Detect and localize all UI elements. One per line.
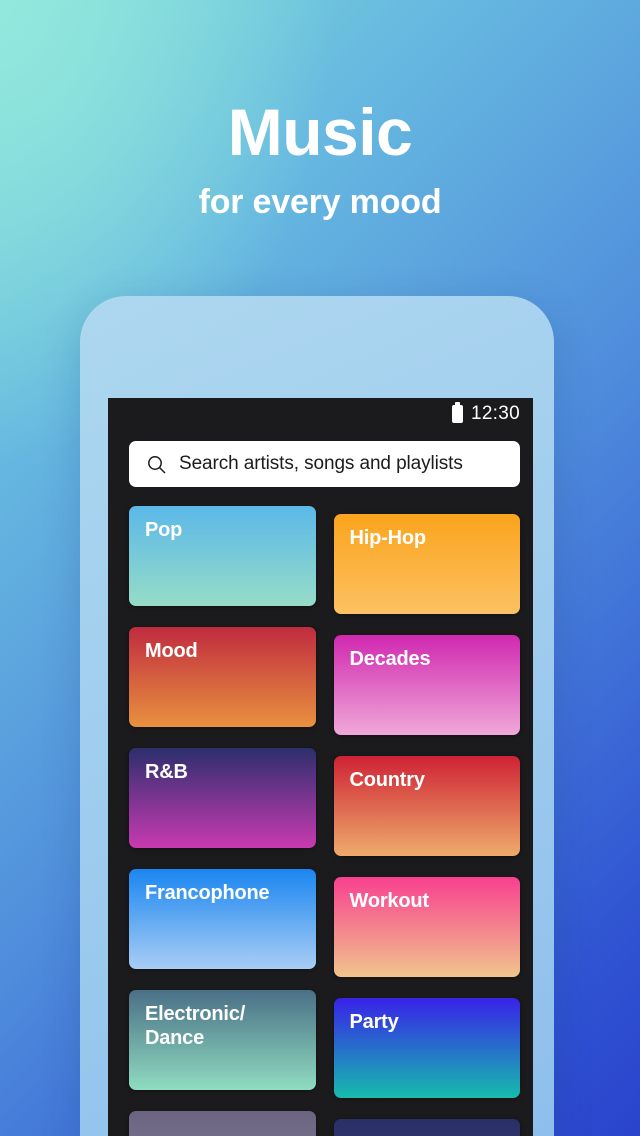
category-tile[interactable]: Hip-Hop (333, 514, 520, 614)
page-title: Music (227, 95, 413, 169)
category-tile[interactable] (333, 1119, 520, 1136)
category-column-left: Pop Mood R&B Francophone Electronic/ Dance (129, 506, 316, 1136)
category-grid: Pop Mood R&B Francophone Electronic/ Dance H… (108, 506, 533, 1136)
category-tile[interactable]: Workout (333, 877, 520, 977)
search-input[interactable]: Search artists, songs and playlists (129, 441, 520, 487)
category-tile-label: Electronic/ Dance (145, 1003, 246, 1050)
category-tile[interactable]: Party (333, 998, 520, 1098)
category-tile-label: Workout (349, 890, 430, 912)
category-tile-label: Francophone (145, 882, 270, 904)
category-tile[interactable]: Mood (129, 627, 316, 727)
battery-icon (451, 402, 463, 423)
category-tile[interactable] (129, 1111, 316, 1136)
category-tile[interactable]: Decades (333, 635, 520, 735)
category-tile-label: Decades (349, 648, 431, 670)
category-tile-label: Mood (145, 640, 198, 662)
search-placeholder: Search artists, songs and playlists (179, 453, 463, 474)
status-bar-clock: 12:30 (470, 403, 520, 424)
category-column-right: Hip-Hop Decades Country Workout Party (333, 506, 520, 1136)
category-tile-label: Pop (145, 519, 183, 541)
category-tile-label: Party (349, 1011, 399, 1033)
search-icon (148, 455, 166, 473)
hero-text-block: Music for every mood (0, 0, 640, 222)
category-tile[interactable]: Electronic/ Dance (129, 990, 316, 1090)
category-tile-label: Country (349, 769, 425, 791)
category-tile[interactable]: Pop (129, 506, 316, 606)
page-subtitle: for every mood (198, 183, 442, 222)
category-tile[interactable]: Francophone (129, 869, 316, 969)
category-tile[interactable]: Country (333, 756, 520, 856)
category-tile-label: Hip-Hop (349, 527, 427, 549)
status-bar: 12:30 (108, 398, 533, 430)
category-tile[interactable]: R&B (129, 748, 316, 848)
promo-screenshot: Music for every mood 12:30 Search artist… (0, 0, 640, 1136)
phone-screen: 12:30 Search artists, songs and playlist… (108, 398, 533, 1136)
category-tile-label: R&B (145, 761, 188, 783)
